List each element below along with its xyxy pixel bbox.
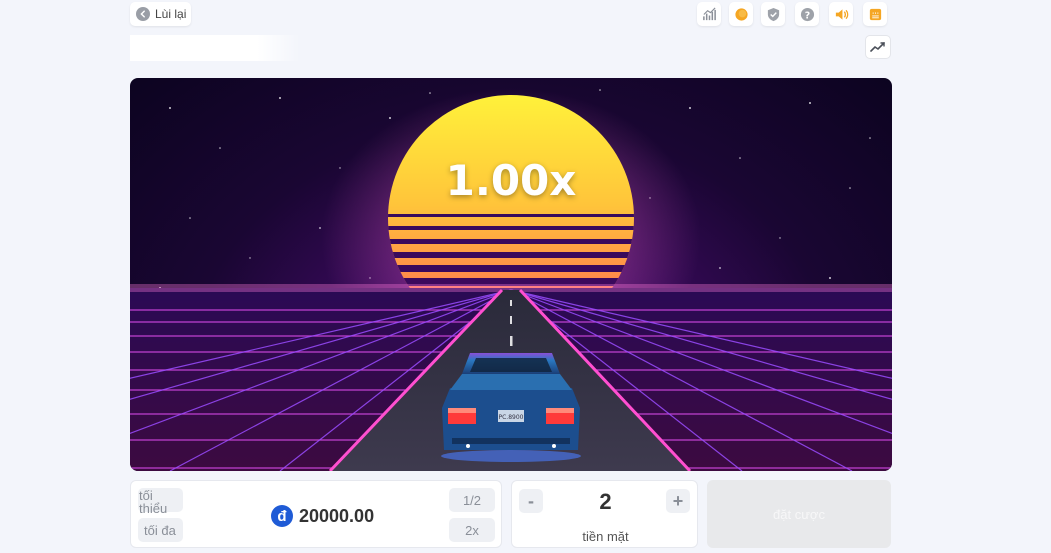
cashout-label: tiền mặt: [582, 529, 629, 544]
back-label: Lùi lại: [155, 7, 187, 21]
coin-icon: [734, 7, 748, 21]
trend-icon: [870, 42, 885, 52]
chevron-left-icon: [136, 7, 150, 21]
coin-button[interactable]: [729, 2, 753, 26]
svg-text:?: ?: [804, 10, 809, 21]
currency-icon: đ: [271, 505, 293, 527]
max-bet-button[interactable]: tối đa: [138, 518, 183, 542]
sound-button[interactable]: [829, 2, 853, 26]
place-bet-button[interactable]: đặt cược: [707, 480, 891, 548]
fairness-button[interactable]: [761, 2, 785, 26]
car-plate: PC.8900: [499, 414, 524, 421]
min-bet-button[interactable]: tối thiểu: [138, 488, 183, 515]
bet-amount-panel: tối thiểu tối đa đ 20000.00 1/2 2x: [130, 480, 502, 548]
help-button[interactable]: ?: [795, 2, 819, 26]
back-button[interactable]: Lùi lại: [130, 2, 191, 26]
auto-cashout-panel: - 2 + tiền mặt: [511, 480, 698, 548]
half-bet-button[interactable]: 1/2: [449, 488, 495, 512]
chat-button[interactable]: [863, 2, 887, 26]
top-toolbar: ?: [697, 2, 887, 26]
bet-amount[interactable]: đ 20000.00: [271, 505, 374, 527]
game-canvas: PC.8900 1.00x: [130, 78, 892, 471]
trend-button[interactable]: [865, 35, 891, 59]
multiplier-history: [130, 35, 300, 61]
shield-icon: [767, 7, 779, 21]
help-icon: ?: [800, 7, 814, 21]
increase-button[interactable]: +: [666, 489, 690, 513]
multiplier-display: 1.00x: [445, 156, 577, 205]
double-bet-button[interactable]: 2x: [449, 518, 495, 542]
bet-amount-value: 20000.00: [299, 505, 375, 526]
sound-icon: [835, 8, 848, 20]
synthwave-scene: PC.8900: [130, 88, 892, 471]
stats-button[interactable]: [697, 2, 721, 26]
chat-icon: [869, 8, 881, 20]
stats-icon: [702, 7, 716, 20]
